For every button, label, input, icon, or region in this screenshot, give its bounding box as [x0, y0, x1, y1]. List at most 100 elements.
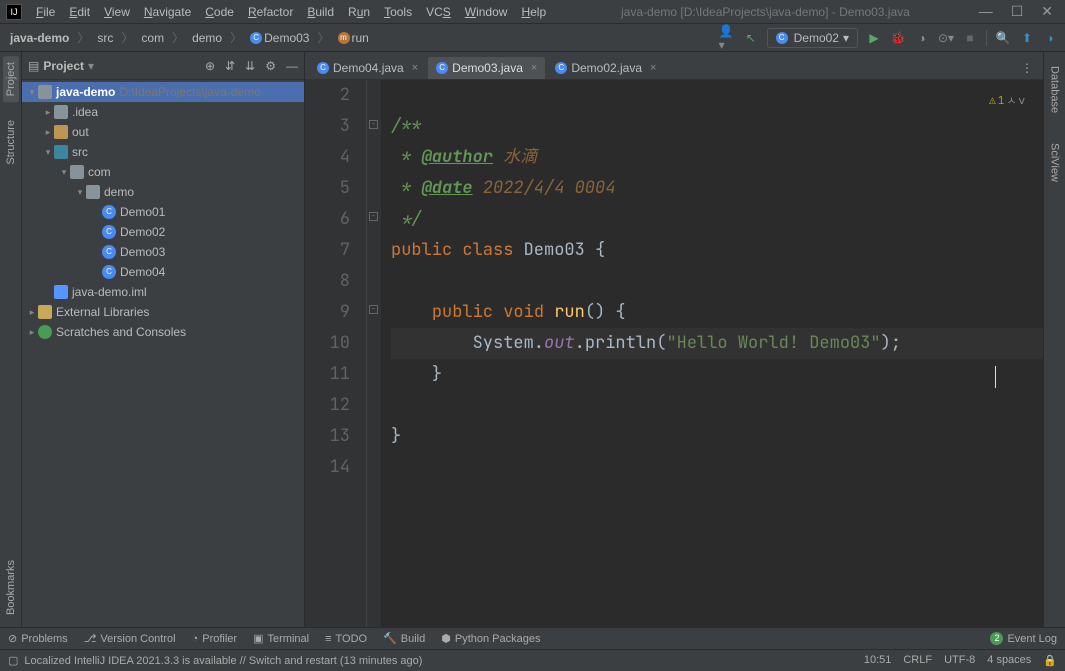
tree-demo04[interactable]: CDemo04 [22, 262, 304, 282]
bc-class[interactable]: CDemo03 [246, 30, 313, 46]
tree-demo01[interactable]: CDemo01 [22, 202, 304, 222]
menu-edit[interactable]: Edit [63, 3, 96, 21]
class-icon: C [436, 62, 448, 74]
tab-todo[interactable]: ≡TODO [325, 633, 367, 645]
status-toggle-icon[interactable]: ▢ [8, 654, 18, 667]
main-menu: File Edit View Navigate Code Refactor Bu… [30, 3, 552, 21]
menu-build[interactable]: Build [301, 3, 340, 21]
tabs-more-icon[interactable]: ⋮ [1017, 57, 1037, 79]
search-icon[interactable]: 🔍 [995, 30, 1011, 46]
coverage-button[interactable]: ◑ [914, 30, 930, 46]
menu-help[interactable]: Help [515, 3, 552, 21]
menu-refactor[interactable]: Refactor [242, 3, 299, 21]
breadcrumb: java-demo〉 src〉 com〉 demo〉 CDemo03〉 mrun [6, 29, 373, 46]
close-button[interactable]: ✕ [1041, 3, 1053, 20]
fold-toggle[interactable]: - [369, 120, 378, 129]
tab-python[interactable]: ⬢Python Packages [441, 632, 540, 645]
tree-root[interactable]: ▾java-demoD:\IdeaProjects\java-demo [22, 82, 304, 102]
ide-icon[interactable]: ◗ [1043, 30, 1059, 46]
sync-icon[interactable]: ⬆ [1019, 30, 1035, 46]
window-title: java-demo [D:\IdeaProjects\java-demo] - … [552, 5, 979, 19]
minimize-button[interactable]: — [979, 3, 993, 20]
maximize-button[interactable]: ☐ [1011, 3, 1024, 20]
text-cursor [995, 366, 996, 388]
run-config-selector[interactable]: C Demo02 ▾ [767, 28, 858, 48]
gear-icon[interactable]: ⚙ [265, 59, 276, 73]
bc-com[interactable]: com [137, 30, 168, 46]
tree-demo03[interactable]: CDemo03 [22, 242, 304, 262]
todo-icon: ≡ [325, 633, 331, 645]
fold-toggle[interactable]: - [369, 305, 378, 314]
tree-libs[interactable]: ▸External Libraries [22, 302, 304, 322]
bc-method[interactable]: mrun [334, 30, 373, 46]
status-indent[interactable]: 4 spaces [987, 654, 1031, 667]
class-icon: C [317, 62, 329, 74]
tool-database-tab[interactable]: Database [1047, 60, 1063, 119]
bc-project[interactable]: java-demo [6, 30, 73, 46]
menu-code[interactable]: Code [199, 3, 240, 21]
tool-bookmarks-tab[interactable]: Bookmarks [3, 554, 19, 621]
event-count-badge: 2 [990, 632, 1003, 645]
tab-demo03[interactable]: CDemo03.java× [428, 57, 545, 79]
warning-icon: ⊘ [8, 632, 17, 645]
tree-com[interactable]: ▾com [22, 162, 304, 182]
bc-src[interactable]: src [93, 30, 117, 46]
inspection-badge[interactable]: ⚠1 ㅅ ⅴ [989, 86, 1025, 117]
menu-window[interactable]: Window [459, 3, 514, 21]
status-message[interactable]: Localized IntelliJ IDEA 2021.3.3 is avai… [24, 655, 422, 667]
menu-file[interactable]: File [30, 3, 61, 21]
tree-out[interactable]: ▸out [22, 122, 304, 142]
tab-vcs[interactable]: ⎇Version Control [84, 632, 176, 645]
warning-icon: ⚠ [989, 86, 996, 117]
back-icon[interactable]: ↖ [743, 30, 759, 46]
menu-vcs[interactable]: VCS [420, 3, 457, 21]
terminal-icon: ▣ [253, 632, 263, 645]
tree-idea[interactable]: ▸.idea [22, 102, 304, 122]
status-time[interactable]: 10:51 [864, 654, 892, 667]
app-logo: IJ [6, 4, 22, 20]
run-button[interactable]: ▶ [866, 30, 882, 46]
tree-scratch[interactable]: ▸Scratches and Consoles [22, 322, 304, 342]
project-panel-title: ▤ Project ▾ [28, 59, 94, 73]
menu-view[interactable]: View [98, 3, 136, 21]
menu-tools[interactable]: Tools [378, 3, 418, 21]
collapse-all-icon[interactable]: ⇊ [245, 59, 255, 73]
close-icon[interactable]: × [531, 62, 537, 74]
tool-structure-tab[interactable]: Structure [3, 114, 19, 171]
lock-icon[interactable]: 🔒 [1043, 654, 1057, 667]
debug-button[interactable]: 🐞 [890, 30, 906, 46]
bc-demo[interactable]: demo [188, 30, 226, 46]
tree-demo[interactable]: ▾demo [22, 182, 304, 202]
tab-demo04[interactable]: CDemo04.java× [309, 57, 426, 79]
close-icon[interactable]: × [412, 62, 418, 74]
hammer-icon: 🔨 [383, 632, 397, 645]
chevron-down-icon: ▾ [843, 31, 849, 45]
fold-toggle[interactable]: - [369, 212, 378, 221]
tree-src[interactable]: ▾src [22, 142, 304, 162]
stop-button[interactable]: ■ [962, 30, 978, 46]
tree-iml[interactable]: java-demo.iml [22, 282, 304, 302]
tab-problems[interactable]: ⊘Problems [8, 632, 68, 645]
user-icon[interactable]: 👤▾ [719, 30, 735, 46]
tool-project-tab[interactable]: Project [3, 56, 19, 102]
tab-terminal[interactable]: ▣Terminal [253, 632, 309, 645]
python-icon: ⬢ [441, 632, 451, 645]
hide-panel-icon[interactable]: — [286, 59, 298, 73]
tab-eventlog[interactable]: 2Event Log [990, 632, 1057, 645]
menu-navigate[interactable]: Navigate [138, 3, 197, 21]
line-gutter: 234567891011121314 [305, 80, 367, 627]
profile-button[interactable]: ⊙▾ [938, 30, 954, 46]
tab-demo02[interactable]: CDemo02.java× [547, 57, 664, 79]
tab-build[interactable]: 🔨Build [383, 632, 425, 645]
status-eol[interactable]: CRLF [903, 654, 932, 667]
select-opened-icon[interactable]: ⊕ [205, 59, 215, 73]
tree-demo02[interactable]: CDemo02 [22, 222, 304, 242]
close-icon[interactable]: × [650, 62, 656, 74]
chevron-down-icon[interactable]: ▾ [88, 59, 94, 73]
code-editor[interactable]: 234567891011121314 - - - ⚠1 ㅅ ⅴ /** * @a… [305, 80, 1043, 627]
tab-profiler[interactable]: ◔Profiler [192, 633, 238, 645]
menu-run[interactable]: Run [342, 3, 376, 21]
expand-all-icon[interactable]: ⇵ [225, 59, 235, 73]
tool-sciview-tab[interactable]: SciView [1047, 137, 1063, 188]
status-encoding[interactable]: UTF-8 [944, 654, 975, 667]
